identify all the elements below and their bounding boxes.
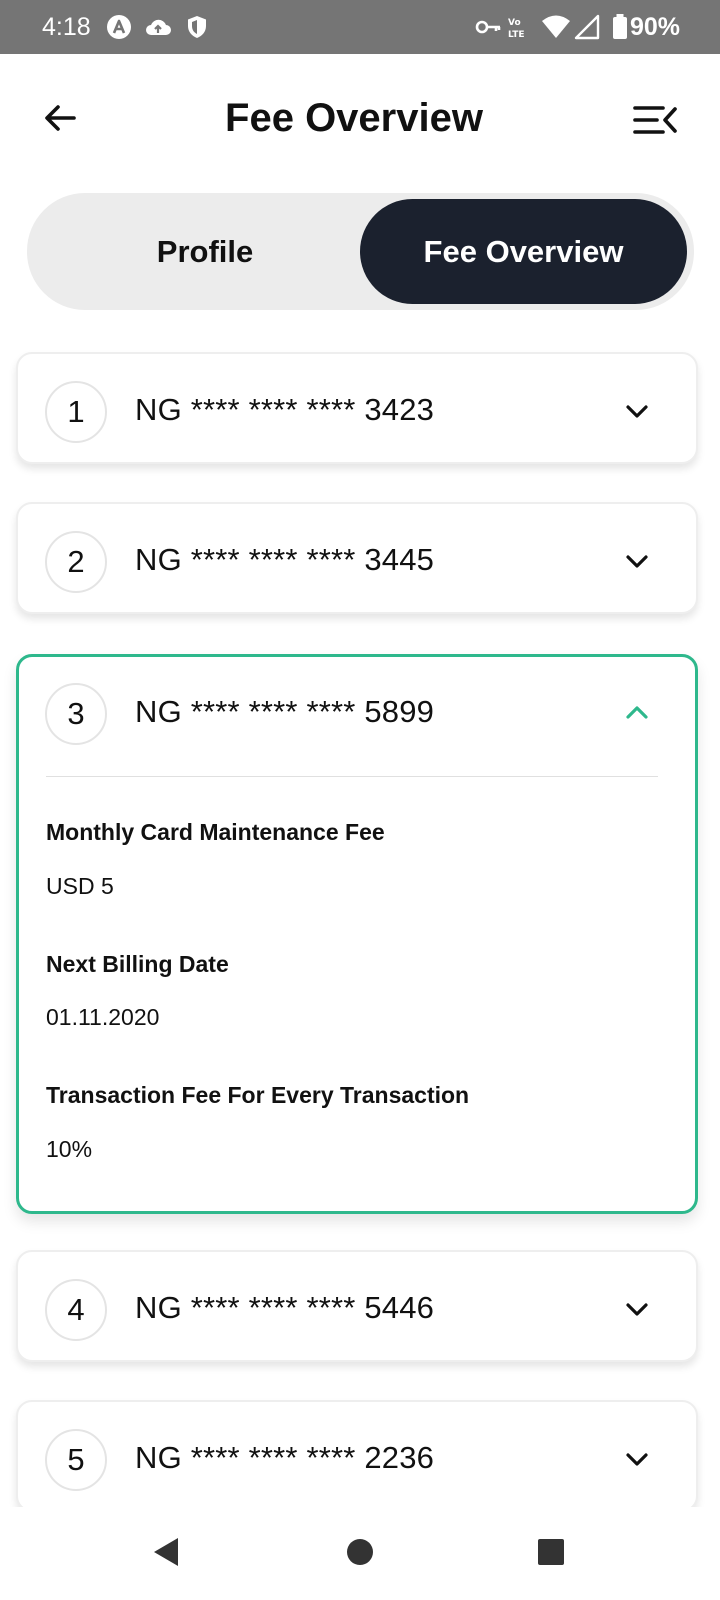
battery-icon [613,14,627,39]
page-title: Fee Overview [225,96,483,140]
chevron-up-icon [626,706,648,719]
card-number-badge: 3 [45,683,107,745]
account-card-header[interactable]: 5 NG **** **** **** 2236 [18,1402,696,1516]
tab-fee-overview[interactable]: Fee Overview [360,199,687,304]
svg-text:Vo: Vo [508,18,521,28]
signal-icon [574,14,600,40]
account-card: 4 NG **** **** **** 5446 [16,1250,698,1362]
chevron-down-icon [626,1303,648,1316]
detail-value: 10% [46,1136,93,1162]
account-card-header[interactable]: 2 NG **** **** **** 3445 [18,504,696,618]
card-number-badge: 5 [45,1429,107,1491]
account-card: 5 NG **** **** **** 2236 [16,1400,698,1512]
menu-collapse-icon[interactable] [632,100,678,140]
account-card: 2 NG **** **** **** 3445 [16,502,698,614]
status-time: 4:18 [42,13,91,41]
tab-profile[interactable]: Profile [35,199,375,304]
status-bar: 4:18 Vo LTE 90% [0,0,720,54]
detail-value: 01.11.2020 [46,1004,160,1030]
detail-value: USD 5 [46,873,114,899]
system-nav-bar [0,1507,720,1600]
card-number-badge: 4 [45,1279,107,1341]
volte-icon: Vo LTE [508,18,525,40]
card-number-badge: 2 [45,531,107,593]
home-circle-icon[interactable] [343,1535,377,1569]
account-card-header[interactable]: 4 NG **** **** **** 5446 [18,1252,696,1366]
detail-label: Next Billing Date [46,951,229,977]
account-number: NG **** **** **** 2236 [135,1440,435,1475]
card-number-badge: 1 [45,381,107,443]
recents-square-icon[interactable] [534,1535,568,1569]
svg-text:LTE: LTE [508,30,525,40]
account-card-header[interactable]: 3 NG **** **** **** 5899 [18,656,694,770]
detail-label: Transaction Fee For Every Transaction [46,1082,470,1108]
chevron-down-icon [626,555,648,568]
account-card: 1 NG **** **** **** 3423 [16,352,698,464]
tab-segment: Profile Fee Overview [27,193,694,310]
account-number: NG **** **** **** 3423 [135,392,435,427]
card-divider [46,776,658,777]
detail-label: Monthly Card Maintenance Fee [46,819,385,845]
chevron-down-icon [626,1453,648,1466]
chevron-down-icon [626,405,648,418]
account-number: NG **** **** **** 5446 [135,1290,435,1325]
cloud-upload-icon [146,19,171,35]
back-triangle-icon[interactable] [150,1535,184,1569]
account-card-expanded: 3 NG **** **** **** 5899 Monthly Card Ma… [16,654,698,1214]
wifi-icon [542,15,570,38]
vpn-key-icon [475,20,501,34]
battery-percent: 90% [630,13,681,41]
shield-icon [188,16,206,38]
account-card-header[interactable]: 1 NG **** **** **** 3423 [18,354,696,468]
account-number: NG **** **** **** 5899 [135,694,435,729]
assistant-icon [107,15,131,39]
account-number: NG **** **** **** 3445 [135,542,435,577]
